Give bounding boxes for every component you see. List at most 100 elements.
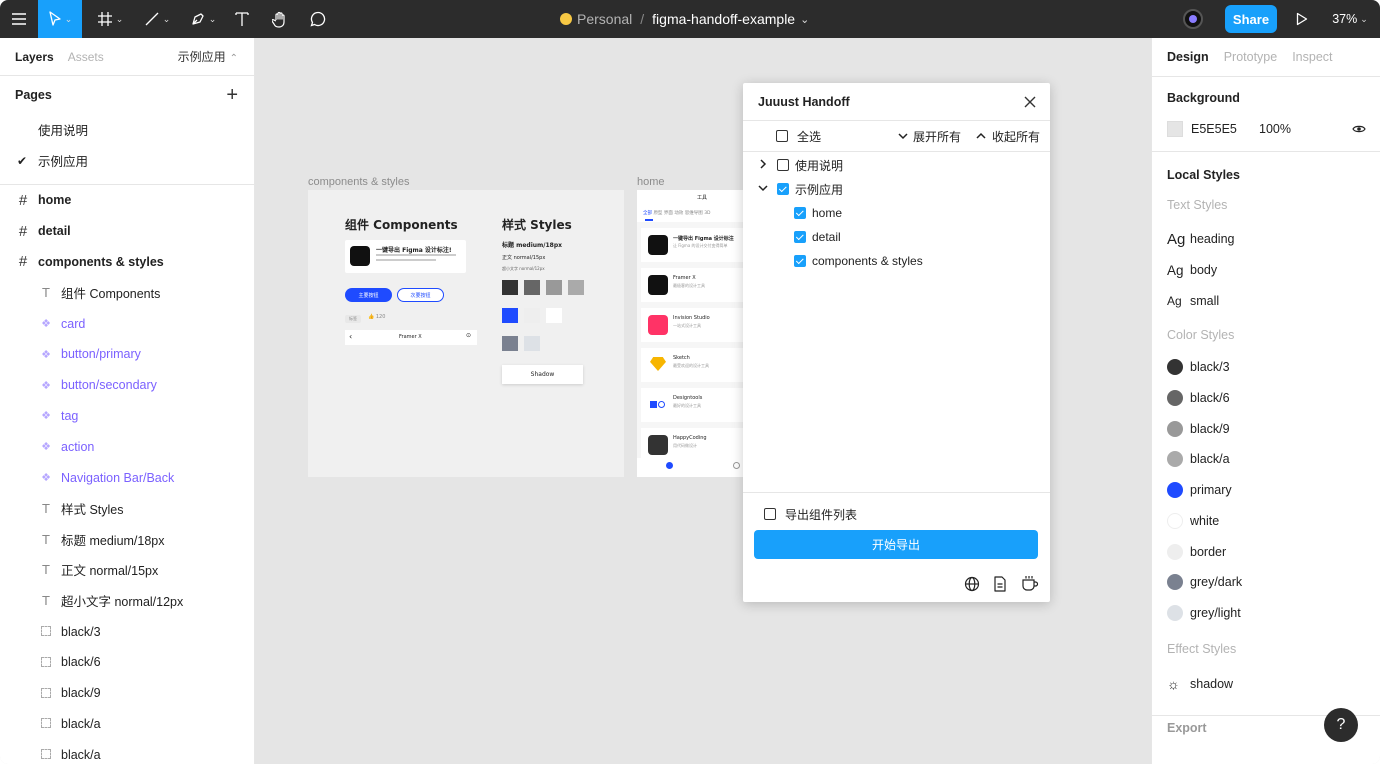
page-selector[interactable]: 示例应用 ⌃	[178, 48, 238, 65]
home-frame[interactable]: 工具 全部 原型 界面 动效 思维导图 3D 一键导出 Figma 设计标注 让…	[637, 190, 743, 477]
layer-label: 标题 medium/18px	[61, 533, 165, 548]
text-style-row[interactable]: Ag body	[1152, 255, 1380, 286]
text-style-row[interactable]: Ag heading	[1152, 224, 1380, 255]
coffee-icon[interactable]	[1021, 575, 1039, 592]
tab-profile-icon	[733, 462, 740, 469]
layer-row-component[interactable]: ❖ Navigation Bar/Back	[0, 462, 254, 493]
frame-checkbox[interactable]	[794, 207, 806, 219]
file-name[interactable]: figma-handoff-example	[652, 11, 795, 27]
tab-inspect[interactable]: Inspect	[1292, 50, 1332, 64]
text-tool-button[interactable]	[228, 0, 256, 38]
swatch-white	[546, 308, 562, 323]
start-export-button[interactable]: 开始导出	[754, 530, 1038, 559]
color-style-row[interactable]: black/9	[1152, 413, 1380, 444]
page-checkbox[interactable]	[777, 183, 789, 195]
color-style-row[interactable]: black/6	[1152, 383, 1380, 414]
layer-row-text[interactable]: T 样式 Styles	[0, 493, 254, 524]
tree-page-row[interactable]: 示例应用	[757, 177, 843, 201]
layer-row-text[interactable]: T 标题 medium/18px	[0, 524, 254, 555]
workspace-name[interactable]: Personal	[577, 11, 632, 27]
layer-row-rect[interactable]: black/a	[0, 739, 254, 764]
layer-row-frame[interactable]: # detail	[0, 216, 254, 247]
frame-icon: #	[18, 253, 28, 271]
export-list-checkbox[interactable]	[764, 508, 776, 520]
background-swatch[interactable]	[1167, 121, 1183, 137]
collapse-all-button[interactable]: 收起所有	[976, 128, 1040, 145]
chevron-down-icon[interactable]	[757, 183, 769, 195]
select-all-checkbox[interactable]	[776, 130, 788, 142]
layer-row-rect[interactable]: black/6	[0, 647, 254, 678]
background-row[interactable]: E5E5E5 100%	[1152, 113, 1380, 145]
share-button[interactable]: Share	[1225, 5, 1277, 33]
tree-page-row[interactable]: 使用说明	[757, 153, 843, 177]
layer-row-component[interactable]: ❖ card	[0, 308, 254, 339]
close-icon[interactable]	[1022, 94, 1038, 110]
color-swatch	[1167, 451, 1183, 468]
page-item-selected[interactable]: ✔ 示例应用	[0, 145, 254, 176]
tree-frame-row[interactable]: home	[794, 201, 842, 225]
expand-all-button[interactable]: 展开所有	[898, 128, 961, 145]
present-button[interactable]	[1290, 0, 1314, 38]
layer-row-component[interactable]: ❖ tag	[0, 401, 254, 432]
color-swatch	[1167, 390, 1183, 407]
emoji-icon	[560, 13, 572, 25]
frame-checkbox[interactable]	[794, 255, 806, 267]
text-style-row[interactable]: Ag small	[1152, 285, 1380, 316]
chevron-right-icon[interactable]	[757, 158, 769, 172]
shape-tool-button[interactable]: ⌄	[138, 0, 176, 38]
zoom-menu[interactable]: 37% ⌄	[1326, 0, 1374, 38]
layer-row-text[interactable]: T 超小文字 normal/12px	[0, 585, 254, 616]
hand-tool-button[interactable]	[266, 0, 294, 38]
frame-label[interactable]: home	[637, 176, 665, 188]
effect-style-row[interactable]: ☼ shadow	[1152, 668, 1380, 699]
select-all-label[interactable]: 全选	[797, 128, 821, 145]
color-style-row[interactable]: primary	[1152, 475, 1380, 506]
eye-icon[interactable]	[1352, 124, 1366, 134]
layer-row-rect[interactable]: black/9	[0, 678, 254, 709]
avatar[interactable]	[1180, 0, 1206, 38]
color-style-row[interactable]: black/a	[1152, 444, 1380, 475]
tree-frame-row[interactable]: detail	[794, 225, 841, 249]
layer-row-component[interactable]: ❖ action	[0, 431, 254, 462]
layer-row-text[interactable]: T 正文 normal/15px	[0, 555, 254, 586]
tab-assets[interactable]: Assets	[68, 50, 104, 64]
comment-tool-button[interactable]	[304, 0, 332, 38]
file-title[interactable]: Personal / figma-handoff-example ⌄	[560, 0, 809, 38]
main-menu-icon[interactable]	[0, 0, 38, 38]
layer-row-text[interactable]: T 组件 Components	[0, 277, 254, 308]
add-page-button[interactable]: +	[226, 84, 238, 107]
color-style-row[interactable]: grey/dark	[1152, 567, 1380, 598]
component-icon: ❖	[41, 472, 51, 485]
pen-tool-button[interactable]: ⌄	[183, 0, 223, 38]
tree-frame-row[interactable]: components & styles	[794, 249, 923, 273]
dialog-header: Juuust Handoff	[743, 83, 1050, 121]
effect-style-label: shadow	[1190, 676, 1234, 691]
tab-design[interactable]: Design	[1167, 50, 1209, 64]
tab-layers[interactable]: Layers	[15, 50, 54, 64]
layer-row-component[interactable]: ❖ button/secondary	[0, 370, 254, 401]
globe-icon[interactable]	[964, 576, 980, 592]
layer-row-frame[interactable]: # components & styles	[0, 247, 254, 278]
help-button[interactable]: ?	[1324, 708, 1358, 742]
frame-label[interactable]: components & styles	[308, 176, 410, 188]
tab-prototype[interactable]: Prototype	[1224, 50, 1278, 64]
invision-logo-icon	[648, 315, 668, 335]
color-style-row[interactable]: white	[1152, 506, 1380, 537]
components-styles-frame[interactable]: 组件 Components 样式 Styles 一键导出 Figma 设计标注!…	[308, 190, 624, 477]
layer-row-rect[interactable]: black/3	[0, 616, 254, 647]
document-icon[interactable]	[993, 576, 1007, 592]
background-hex[interactable]: E5E5E5	[1191, 122, 1259, 136]
page-item[interactable]: 使用说明	[0, 114, 254, 145]
color-style-row[interactable]: black/3	[1152, 352, 1380, 383]
frame-checkbox[interactable]	[794, 231, 806, 243]
color-style-row[interactable]: border	[1152, 536, 1380, 567]
layer-row-component[interactable]: ❖ button/primary	[0, 339, 254, 370]
color-style-row[interactable]: grey/light	[1152, 598, 1380, 629]
export-list-option[interactable]: 导出组件列表	[764, 502, 857, 526]
frame-tool-button[interactable]: ⌄	[90, 0, 130, 38]
move-tool-button[interactable]: ⌄	[38, 0, 82, 38]
layer-row-frame[interactable]: # home	[0, 185, 254, 216]
background-opacity[interactable]: 100%	[1259, 122, 1291, 136]
page-checkbox[interactable]	[777, 159, 789, 171]
layer-row-rect[interactable]: black/a	[0, 709, 254, 740]
